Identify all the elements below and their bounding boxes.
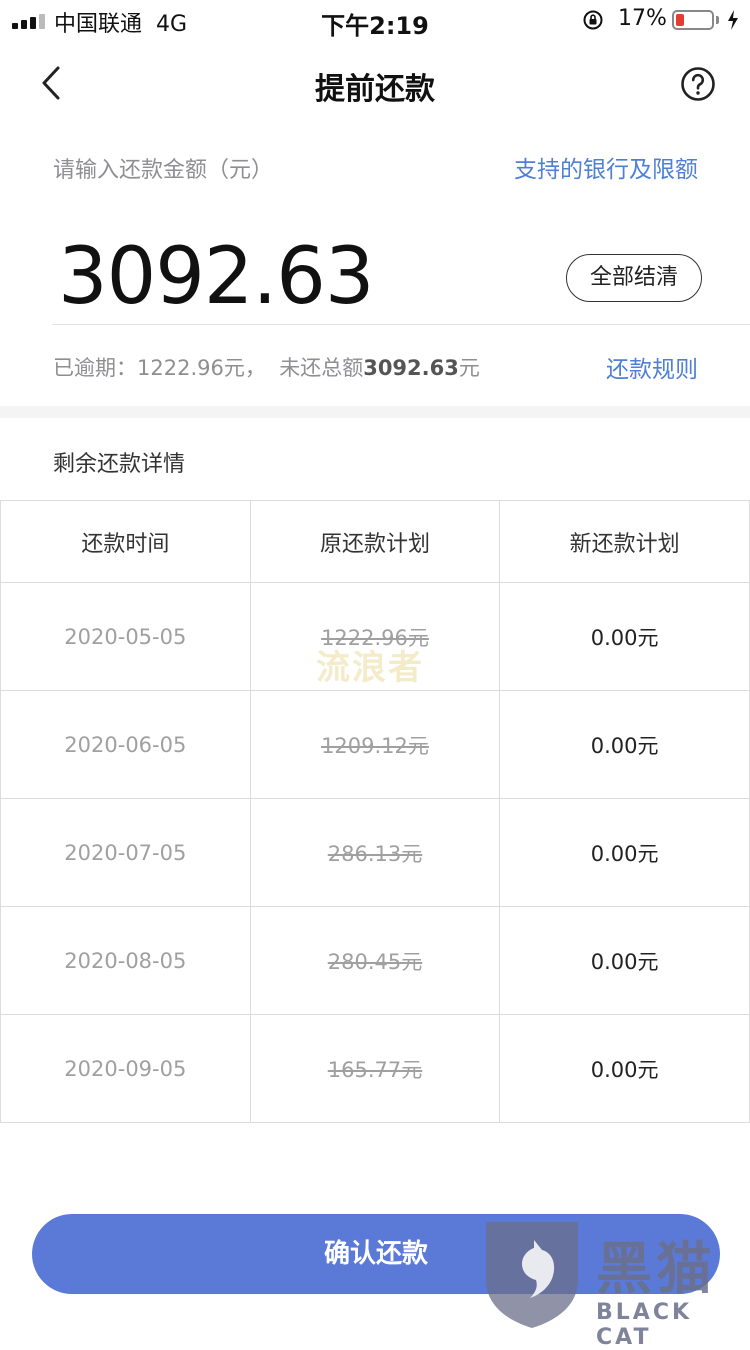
row-original-amount: 1209.12元 [249,690,501,799]
charging-bolt-icon [728,10,738,30]
details-title: 剩余还款详情 [53,452,186,477]
table-header-row: 还款时间 原还款计划 新还款计划 [0,500,750,583]
watermark: 流浪者 [316,648,424,688]
outstanding-amount: 3092.63 [363,356,459,380]
battery-tip [716,16,719,24]
header-original-plan: 原还款计划 [249,500,501,583]
row-new-amount: 0.00元 [499,690,750,799]
row-date: 2020-05-05 [0,582,251,691]
repayment-schedule-table: 还款时间 原还款计划 新还款计划 2020-05-05 1222.96元 0.0… [0,500,750,1123]
row-date: 2020-07-05 [0,798,251,907]
repayment-rules-link[interactable]: 还款规则 [560,350,698,384]
row-date: 2020-08-05 [0,906,251,1015]
help-icon[interactable] [680,66,716,102]
row-date: 2020-06-05 [0,690,251,799]
black-cat-logo-icon [486,1222,578,1328]
repayment-amount-input[interactable]: 3092.63 [58,232,375,322]
black-cat-logo-subtitle: BLACK CAT [596,1300,693,1350]
amount-input-label: 请输入还款金额（元） [53,158,274,183]
row-new-amount: 0.00元 [499,906,750,1015]
table-row: 2020-09-05 165.77元 0.00元 [0,1014,750,1123]
table-row: 2020-08-05 280.45元 0.00元 [0,906,750,1015]
overdue-amount: 1222.96元， [137,356,266,380]
black-cat-logo-title: 黑猫 [596,1237,716,1302]
status-bar: 中国联通 4G 下午2:19 17% [0,0,750,40]
supported-banks-link[interactable]: 支持的银行及限额 [460,150,698,184]
battery-percent: 17% [618,6,667,31]
orientation-lock-icon [583,10,603,30]
header-new-plan: 新还款计划 [499,500,750,583]
row-date: 2020-09-05 [0,1014,251,1123]
row-original-amount: 286.13元 [249,798,501,907]
page-title: 提前还款 [315,72,435,107]
table-row: 2020-07-05 286.13元 0.00元 [0,798,750,907]
battery-icon [672,10,714,30]
row-new-amount: 0.00元 [499,582,750,691]
settle-all-button[interactable]: 全部结清 [566,254,702,302]
row-new-amount: 0.00元 [499,1014,750,1123]
repayment-summary: 已逾期：1222.96元， 未还总额3092.63元 [53,356,480,380]
section-divider [0,406,750,418]
divider [52,324,750,325]
table-row: 2020-06-05 1209.12元 0.00元 [0,690,750,799]
row-original-amount: 280.45元 [249,906,501,1015]
row-new-amount: 0.00元 [499,798,750,907]
header-date: 还款时间 [0,500,251,583]
row-original-amount: 165.77元 [249,1014,501,1123]
